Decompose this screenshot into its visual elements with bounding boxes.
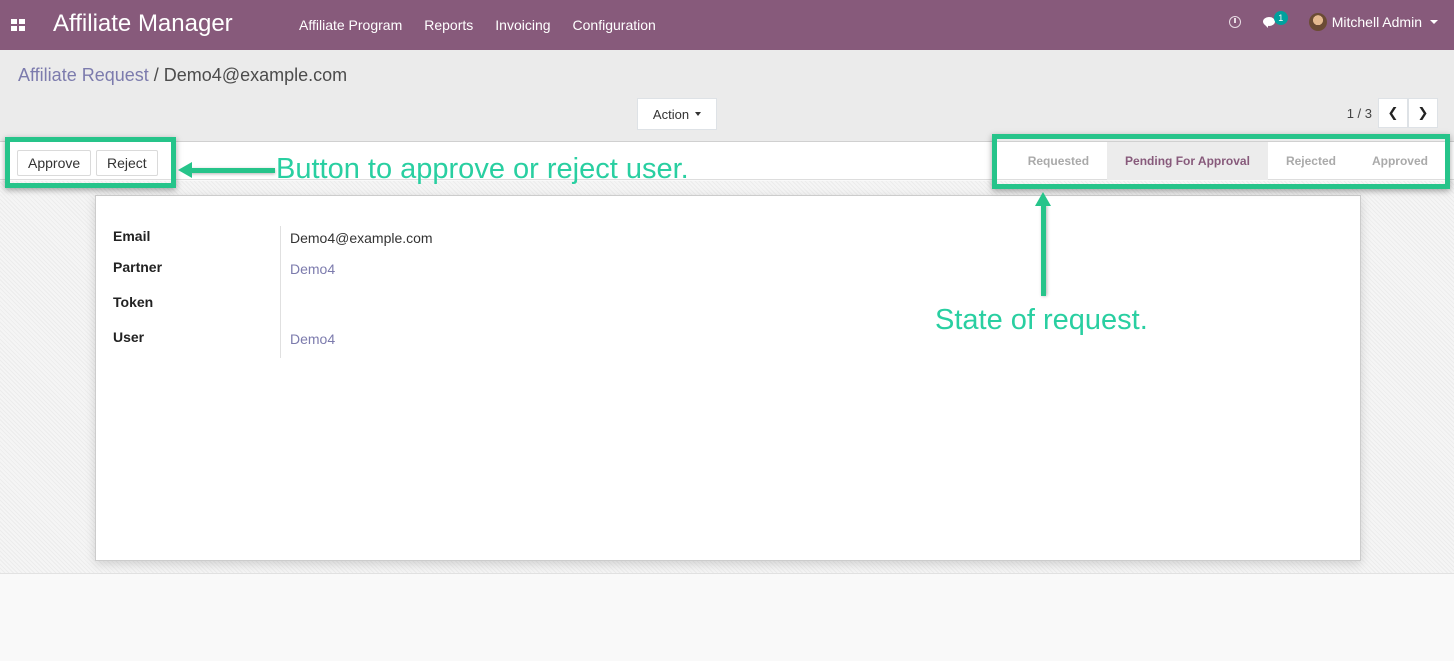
- menu-item-reports[interactable]: Reports: [424, 17, 473, 33]
- control-panel: Affiliate Request / Demo4@example.com Ac…: [0, 50, 1454, 142]
- chevron-left-icon: ❮: [1387, 105, 1399, 120]
- pager: 1 / 3 ❮ ❯: [1347, 98, 1438, 128]
- menu-item-configuration[interactable]: Configuration: [573, 17, 656, 33]
- buttons-arrow-line: [190, 168, 275, 173]
- action-dropdown-button[interactable]: Action: [637, 98, 717, 130]
- caret-down-icon: [695, 112, 702, 116]
- breadcrumb: Affiliate Request / Demo4@example.com: [18, 65, 347, 86]
- breadcrumb-parent-link[interactable]: Affiliate Request: [18, 65, 149, 85]
- arrow-left-icon: [178, 162, 192, 178]
- action-label: Action: [652, 106, 690, 122]
- menu-item-affiliate-program[interactable]: Affiliate Program: [299, 17, 402, 33]
- pager-previous-button[interactable]: ❮: [1378, 98, 1408, 128]
- user-label: User: [113, 329, 145, 345]
- main-menu: Affiliate Program Reports Invoicing Conf…: [299, 17, 656, 33]
- breadcrumb-separator: /: [153, 65, 159, 85]
- state-annotation-text: State of request.: [935, 304, 1148, 336]
- top-navbar: Affiliate Manager Affiliate Program Repo…: [0, 0, 1454, 50]
- user-avatar[interactable]: [1308, 13, 1327, 31]
- clock-icon[interactable]: [1228, 16, 1241, 28]
- buttons-annotation-text: Button to approve or reject user.: [276, 153, 689, 185]
- pager-value[interactable]: 1 / 3: [1347, 106, 1372, 121]
- user-link[interactable]: Demo4: [290, 331, 335, 347]
- breadcrumb-current: Demo4@example.com: [163, 65, 348, 85]
- chevron-right-icon: ❯: [1417, 105, 1429, 120]
- email-label: Email: [113, 228, 151, 244]
- email-value[interactable]: Demo4@example.com: [290, 230, 433, 246]
- state-highlight-box: [992, 134, 1450, 189]
- menu-item-invoicing[interactable]: Invoicing: [495, 17, 550, 33]
- systray: 1 Mitchell Admin: [1228, 11, 1438, 31]
- buttons-highlight-box: [5, 137, 176, 188]
- state-arrow-line: [1041, 205, 1046, 296]
- apps-grid-icon[interactable]: [11, 19, 25, 31]
- partner-label: Partner: [113, 259, 163, 275]
- app-brand[interactable]: Affiliate Manager: [53, 10, 233, 38]
- token-label: Token: [113, 294, 154, 310]
- form-sheet: Email Demo4@example.com Partner Demo4 To…: [95, 195, 1361, 561]
- arrow-up-icon: [1035, 192, 1051, 206]
- caret-down-icon[interactable]: [1430, 20, 1438, 24]
- chat-icon[interactable]: 1: [1262, 11, 1288, 28]
- field-separator: [280, 226, 281, 358]
- user-menu[interactable]: Mitchell Admin: [1332, 14, 1422, 30]
- chat-count-badge: 1: [1273, 11, 1288, 25]
- pager-next-button[interactable]: ❯: [1408, 98, 1438, 128]
- partner-link[interactable]: Demo4: [290, 261, 335, 277]
